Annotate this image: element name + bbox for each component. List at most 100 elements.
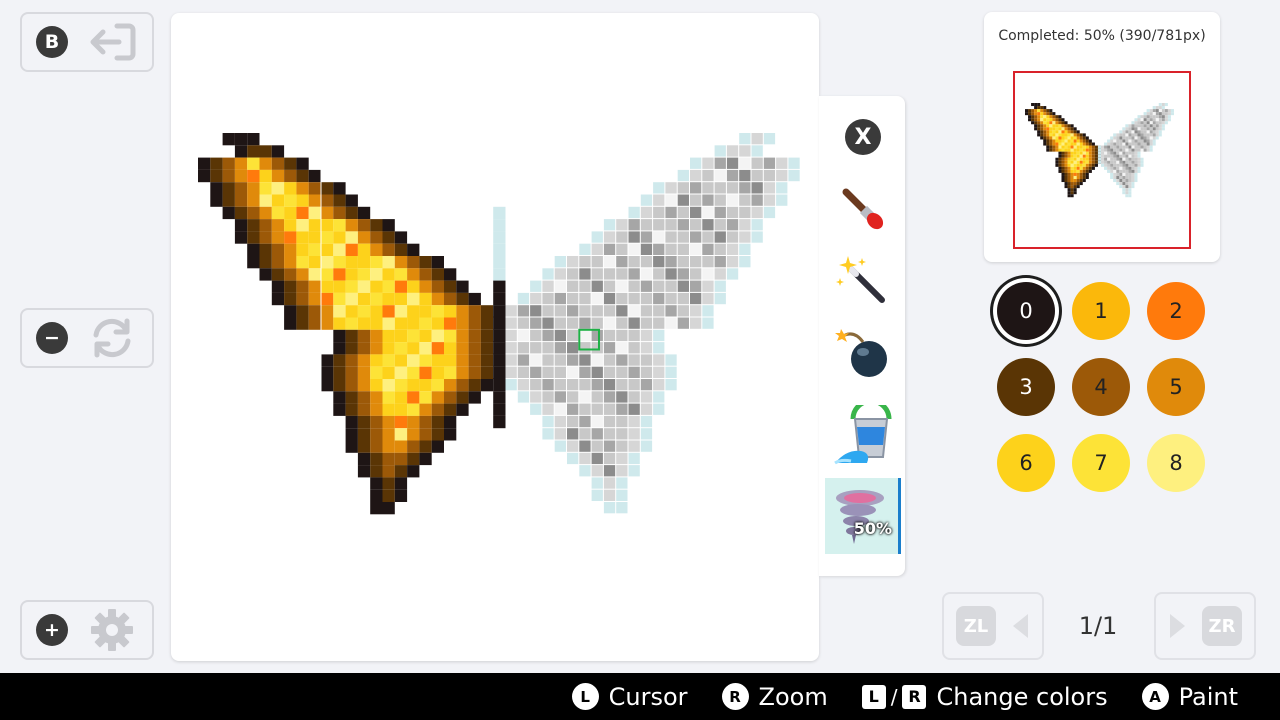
unpainted-pixel[interactable] <box>554 415 566 428</box>
unpainted-pixel[interactable] <box>714 145 726 157</box>
painted-pixel[interactable] <box>308 231 321 244</box>
painted-pixel[interactable] <box>394 305 408 318</box>
unpainted-pixel[interactable] <box>702 256 714 268</box>
unpainted-pixel[interactable] <box>554 391 566 403</box>
painted-pixel[interactable] <box>345 231 358 244</box>
painted-pixel[interactable] <box>333 391 346 404</box>
unpainted-pixel[interactable] <box>530 292 542 305</box>
unpainted-pixel[interactable] <box>640 391 653 403</box>
unpainted-pixel[interactable] <box>542 329 554 342</box>
painted-pixel[interactable] <box>345 366 358 379</box>
painted-pixel[interactable] <box>247 157 260 170</box>
painted-pixel[interactable] <box>419 292 432 306</box>
unpainted-pixel[interactable] <box>739 231 751 243</box>
unpainted-pixel[interactable] <box>739 145 751 157</box>
unpainted-pixel[interactable] <box>690 292 702 305</box>
unpainted-pixel[interactable] <box>690 231 702 243</box>
painted-pixel[interactable] <box>321 182 334 195</box>
unpainted-pixel[interactable] <box>616 243 628 255</box>
unpainted-pixel[interactable] <box>616 440 628 452</box>
painted-pixel[interactable] <box>394 440 408 453</box>
painted-pixel[interactable] <box>345 379 358 392</box>
unpainted-pixel[interactable] <box>579 428 591 440</box>
unpainted-pixel[interactable] <box>591 366 603 378</box>
painted-pixel[interactable] <box>271 256 285 269</box>
unpainted-pixel[interactable] <box>567 403 579 415</box>
painted-pixel[interactable] <box>456 317 469 330</box>
painted-pixel[interactable] <box>394 256 408 269</box>
unpainted-pixel[interactable] <box>591 465 603 477</box>
back-button[interactable]: B <box>20 12 154 72</box>
unpainted-pixel[interactable] <box>653 280 665 292</box>
unpainted-pixel[interactable] <box>690 157 702 169</box>
unpainted-pixel[interactable] <box>505 366 517 378</box>
painted-pixel[interactable] <box>370 219 383 232</box>
unpainted-pixel[interactable] <box>702 292 714 305</box>
painted-pixel[interactable] <box>234 157 248 170</box>
unpainted-pixel[interactable] <box>616 502 628 514</box>
unpainted-pixel[interactable] <box>542 342 554 354</box>
unpainted-pixel[interactable] <box>591 391 603 403</box>
painted-pixel[interactable] <box>357 342 371 355</box>
painted-pixel[interactable] <box>321 305 334 318</box>
painted-pixel[interactable] <box>321 292 334 306</box>
unpainted-pixel[interactable] <box>603 292 616 305</box>
unpainted-pixel[interactable] <box>591 428 603 440</box>
painted-pixel[interactable] <box>394 366 408 379</box>
painted-pixel[interactable] <box>271 169 285 183</box>
painted-pixel[interactable] <box>444 366 457 379</box>
painted-pixel[interactable] <box>259 157 272 170</box>
painted-pixel[interactable] <box>247 182 260 195</box>
painted-pixel[interactable] <box>259 206 272 220</box>
unpainted-pixel[interactable] <box>640 379 653 391</box>
painted-pixel[interactable] <box>431 292 444 306</box>
painted-pixel[interactable] <box>407 452 420 466</box>
painted-pixel[interactable] <box>198 157 211 170</box>
unpainted-pixel[interactable] <box>542 354 554 366</box>
unpainted-pixel[interactable] <box>554 379 566 391</box>
unpainted-pixel[interactable] <box>603 415 616 428</box>
unpainted-pixel[interactable] <box>640 440 653 452</box>
painted-pixel[interactable] <box>407 256 420 269</box>
unpainted-pixel[interactable] <box>653 305 665 317</box>
painted-pixel[interactable] <box>333 231 346 244</box>
unpainted-pixel[interactable] <box>677 280 689 292</box>
painted-pixel[interactable] <box>357 219 371 232</box>
unpainted-pixel[interactable] <box>517 329 530 342</box>
painted-pixel[interactable] <box>247 169 260 183</box>
unpainted-pixel[interactable] <box>591 305 603 317</box>
unpainted-pixel[interactable] <box>653 206 665 219</box>
painted-pixel[interactable] <box>468 354 481 367</box>
painted-pixel[interactable] <box>431 354 444 367</box>
unpainted-pixel[interactable] <box>628 465 640 477</box>
painted-pixel[interactable] <box>284 219 297 232</box>
painted-pixel[interactable] <box>259 145 272 158</box>
painted-pixel[interactable] <box>271 182 285 195</box>
painted-pixel[interactable] <box>357 452 371 466</box>
color-swatch-6[interactable]: 6 <box>997 434 1055 492</box>
unpainted-pixel[interactable] <box>554 428 566 440</box>
color-swatch-3[interactable]: 3 <box>997 358 1055 416</box>
painted-pixel[interactable] <box>284 157 297 170</box>
painted-pixel[interactable] <box>234 219 248 232</box>
unpainted-pixel[interactable] <box>690 182 702 194</box>
painted-pixel[interactable] <box>234 133 248 146</box>
painted-pixel[interactable] <box>333 379 346 392</box>
unpainted-pixel[interactable] <box>628 354 640 366</box>
painted-pixel[interactable] <box>382 366 395 379</box>
painted-pixel[interactable] <box>431 379 444 392</box>
unpainted-pixel[interactable] <box>579 305 591 317</box>
unpainted-pixel[interactable] <box>505 354 517 366</box>
painted-pixel[interactable] <box>456 354 469 367</box>
painted-pixel[interactable] <box>394 465 408 478</box>
painted-pixel[interactable] <box>345 342 358 355</box>
painted-pixel[interactable] <box>308 317 321 330</box>
unpainted-pixel[interactable] <box>690 268 702 280</box>
body-pixel[interactable] <box>493 243 506 256</box>
painted-pixel[interactable] <box>321 194 334 207</box>
unpainted-pixel[interactable] <box>690 317 702 329</box>
unpainted-pixel[interactable] <box>579 465 591 477</box>
unpainted-pixel[interactable] <box>603 342 616 354</box>
body-pixel[interactable] <box>493 256 506 269</box>
unpainted-pixel[interactable] <box>739 243 751 255</box>
